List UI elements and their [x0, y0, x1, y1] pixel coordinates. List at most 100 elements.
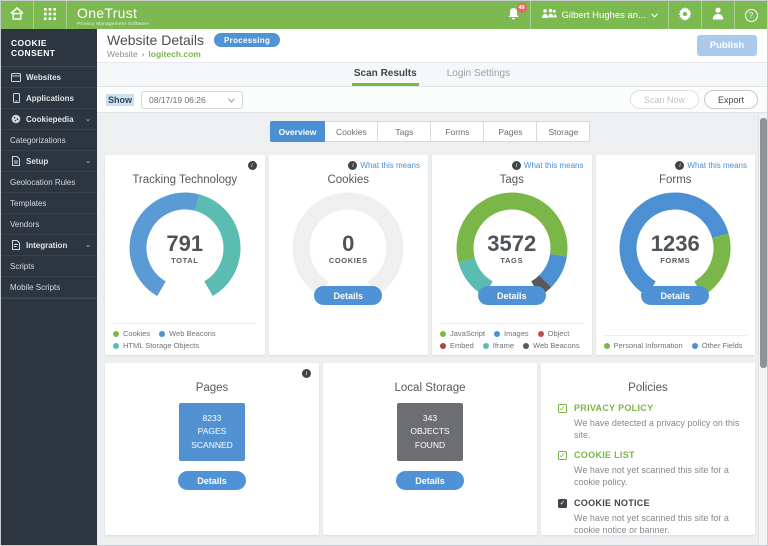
scan-date-value: 08/17/19 06:26: [149, 95, 206, 105]
section-tab-forms[interactable]: Forms: [431, 121, 484, 142]
tracking-technology-value: 791: [166, 233, 203, 255]
forms-unit-label: FORMS: [660, 256, 690, 265]
forms-legend: Personal InformationOther Fields: [604, 335, 748, 350]
what-this-means-label: What this means: [360, 161, 420, 170]
pages-details-button[interactable]: Details: [178, 471, 246, 490]
local-storage-count-box: 343 OBJECTS FOUND: [397, 403, 463, 461]
legend-item-other-fields: Other Fields: [692, 341, 743, 350]
sidebar-item-applications[interactable]: Applications: [1, 88, 97, 109]
sidebar-item-setup[interactable]: Setup⌄: [1, 151, 97, 172]
tracking-technology-donut-chart: 791TOTAL: [126, 189, 244, 312]
topbar: OneTrust Privacy Management Software 49 …: [1, 1, 767, 29]
legend-label: Iframe: [493, 341, 514, 350]
chevron-down-icon: [228, 95, 235, 105]
sidebar-item-cookiepedia[interactable]: Cookiepedia⌄: [1, 109, 97, 130]
forms-what-this-means-link[interactable]: iWhat this means: [675, 161, 747, 170]
notifications-button[interactable]: 49: [498, 1, 530, 29]
checkbox-icon: ✓: [558, 451, 567, 460]
tags-card-title: Tags: [440, 174, 584, 186]
app-launcher-button[interactable]: [34, 1, 66, 29]
section-tab-storage[interactable]: Storage: [537, 121, 590, 142]
brand-subtitle: Privacy Management Software: [77, 21, 149, 26]
publish-button[interactable]: Publish: [697, 35, 757, 56]
detail-cards-row: i Pages 8233 PAGES SCANNED Details Local…: [105, 363, 755, 535]
home-button[interactable]: [1, 1, 33, 29]
profile-button[interactable]: [702, 1, 734, 29]
tags-details-button[interactable]: Details: [478, 286, 546, 305]
tags-what-this-means-link[interactable]: iWhat this means: [512, 161, 584, 170]
tab-login-settings[interactable]: Login Settings: [445, 63, 512, 86]
scrollbar-thumb[interactable]: [760, 118, 767, 368]
chevron-down-icon: ⌄: [85, 241, 91, 249]
chevron-down-icon: ⌄: [85, 115, 91, 123]
local-storage-card-title: Local Storage: [331, 382, 529, 394]
page-title: Website Details: [107, 32, 204, 48]
chevron-down-icon: [651, 10, 658, 21]
page-header: Website Details Processing Website › log…: [97, 29, 767, 63]
sidebar-item-templates[interactable]: Templates: [1, 193, 97, 214]
setup-icon: [11, 156, 21, 166]
scrollbar[interactable]: [758, 114, 767, 546]
section-tab-pages[interactable]: Pages: [484, 121, 537, 142]
local-storage-label-2: FOUND: [415, 439, 445, 452]
legend-item-images: Images: [494, 329, 529, 338]
legend-dot-icon: [604, 343, 610, 349]
sidebar-item-geolocation-rules[interactable]: Geolocation Rules: [1, 172, 97, 193]
section-tab-cookies[interactable]: Cookies: [325, 121, 378, 142]
legend-item-javascript: JavaScript: [440, 329, 485, 338]
info-icon[interactable]: i: [302, 369, 311, 378]
section-tab-overview[interactable]: Overview: [270, 121, 326, 142]
info-icon[interactable]: i: [248, 161, 257, 170]
policy-item-cookie-notice: ✓COOKIE NOTICEWe have not yet scanned th…: [558, 498, 745, 535]
forms-card: iWhat this meansForms1236FORMSDetailsPer…: [596, 155, 756, 355]
scan-now-button[interactable]: Scan Now: [630, 90, 699, 109]
tracking-technology-card: iTracking Technology791TOTALCookiesWeb B…: [105, 155, 265, 355]
legend-item-html-storage-objects: HTML Storage Objects: [113, 341, 199, 350]
legend-dot-icon: [538, 331, 544, 337]
scan-date-select[interactable]: 08/17/19 06:26: [141, 91, 243, 109]
users-group-icon: [541, 8, 557, 22]
legend-label: Images: [504, 329, 529, 338]
pages-label-1: PAGES: [198, 425, 227, 438]
sidebar-item-label: Vendors: [10, 220, 39, 229]
sidebar-item-scripts[interactable]: Scripts: [1, 256, 97, 277]
policies-card-title: Policies: [549, 382, 747, 394]
pages-value: 8233: [203, 412, 222, 425]
policy-description: We have not yet scanned this site for a …: [574, 464, 742, 488]
chevron-down-icon: ⌄: [85, 157, 91, 165]
legend-label: Embed: [450, 341, 474, 350]
policy-item-privacy-policy: ✓PRIVACY POLICYWe have detected a privac…: [558, 403, 745, 441]
legend-dot-icon: [113, 343, 119, 349]
sidebar-item-mobile-scripts[interactable]: Mobile Scripts: [1, 277, 97, 298]
legend-dot-icon: [159, 331, 165, 337]
forms-details-button[interactable]: Details: [641, 286, 709, 305]
sidebar-item-websites[interactable]: Websites: [1, 67, 97, 88]
cookies-unit-label: COOKIES: [329, 256, 368, 265]
sidebar-item-label: Templates: [10, 199, 46, 208]
legend-label: HTML Storage Objects: [123, 341, 199, 350]
pages-card-title: Pages: [113, 382, 311, 394]
what-this-means-label: What this means: [524, 161, 584, 170]
cookies-details-button[interactable]: Details: [314, 286, 382, 305]
local-storage-details-button[interactable]: Details: [396, 471, 464, 490]
integration-icon: [11, 240, 21, 250]
help-button[interactable]: ?: [735, 1, 767, 29]
settings-button[interactable]: [669, 1, 701, 29]
tab-scan-results[interactable]: Scan Results: [352, 63, 419, 86]
tags-value: 3572: [487, 233, 536, 255]
legend-item-embed: Embed: [440, 341, 474, 350]
sidebar-item-label: Applications: [26, 94, 74, 103]
export-button[interactable]: Export: [704, 90, 758, 109]
home-icon: [10, 7, 24, 23]
breadcrumb-separator-icon: ›: [142, 49, 145, 59]
brand-logo[interactable]: OneTrust Privacy Management Software: [67, 1, 159, 29]
sidebar-item-categorizations[interactable]: Categorizations: [1, 130, 97, 151]
legend-dot-icon: [113, 331, 119, 337]
cookiepedia-icon: [11, 114, 21, 124]
section-tab-tags[interactable]: Tags: [378, 121, 431, 142]
cookies-what-this-means-link[interactable]: iWhat this means: [348, 161, 420, 170]
sidebar-item-vendors[interactable]: Vendors: [1, 214, 97, 235]
account-menu-button[interactable]: Gilbert Hughes an...: [531, 1, 669, 29]
sidebar-item-integration[interactable]: Integration⌄: [1, 235, 97, 256]
breadcrumb-root[interactable]: Website: [107, 49, 138, 59]
